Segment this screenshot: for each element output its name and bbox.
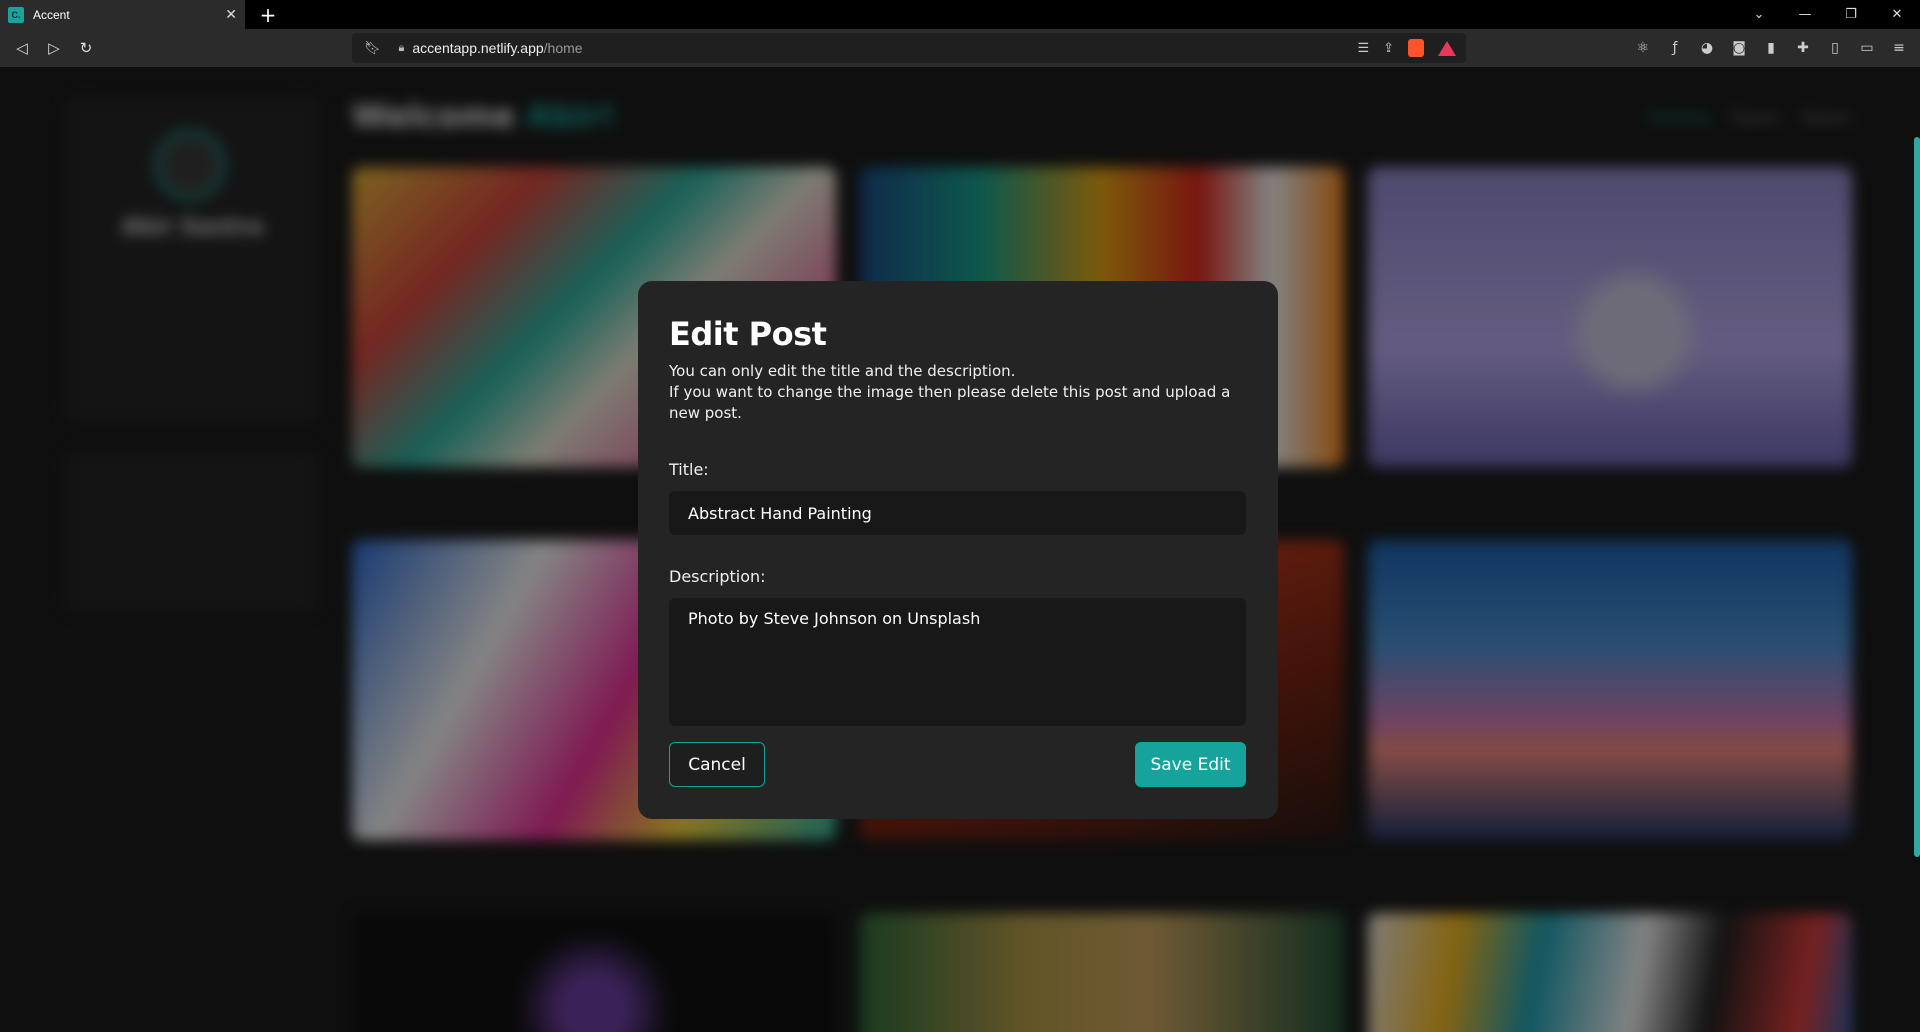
menu-icon[interactable]: ≡ [1890,40,1908,56]
browser-titlebar: C. Accent ✕ + ⌄ — ❐ ✕ [0,0,1920,29]
tab-search-chevron-icon[interactable]: ⌄ [1736,7,1782,22]
font-extension-icon[interactable]: ƒ [1666,40,1684,56]
modal-actions: Cancel Save Edit [669,742,1246,787]
edit-post-modal: Edit Post You can only edit the title an… [638,281,1278,819]
close-tab-icon[interactable]: ✕ [225,6,237,23]
browser-tab[interactable]: C. Accent ✕ [0,0,245,29]
bookmark-icon[interactable]: 🔖︎ [364,40,381,56]
modal-title: Edit Post [669,315,827,353]
close-window-icon[interactable]: ✕ [1874,7,1920,22]
modal-description: You can only edit the title and the desc… [669,361,1249,424]
share-icon[interactable]: ⇪ [1383,40,1394,56]
title-input[interactable] [669,491,1246,535]
description-textarea[interactable]: Photo by Steve Johnson on Unsplash [669,598,1246,726]
restore-icon[interactable]: ❐ [1828,7,1874,22]
puzzle-icon[interactable]: ✚ [1794,40,1812,56]
cancel-button[interactable]: Cancel [669,742,765,787]
new-tab-icon[interactable]: + [258,3,278,27]
wallet-icon[interactable]: ▭ [1858,40,1876,56]
tab-title: Accent [33,7,70,22]
accent-favicon-icon: C. [8,6,24,23]
minimize-icon[interactable]: — [1782,7,1828,22]
title-label: Title: [669,460,709,479]
color-picker-icon[interactable]: ◕ [1698,40,1716,56]
brave-rewards-icon[interactable] [1438,40,1456,56]
reload-icon[interactable]: ↻ [70,39,102,57]
screenshot-icon[interactable]: ◙ [1730,40,1748,56]
page: Abir Santra Welcome Abir! Following Popu… [0,67,1920,1032]
react-devtools-icon[interactable]: ⚛ [1634,40,1652,56]
extension-icon[interactable]: ▮ [1762,40,1780,56]
address-bar-icons: ☰ ⇪ [1357,33,1456,63]
save-edit-button[interactable]: Save Edit [1135,742,1246,787]
scrollbar[interactable] [1914,137,1920,857]
address-bar[interactable]: 🔖︎ 🔒︎ accentapp.netlify.app/home ☰ ⇪ [352,33,1466,63]
browser-toolbar: ◁ ▷ ↻ 🔖︎ 🔒︎ accentapp.netlify.app/home ☰… [0,29,1920,67]
modal-description-line1: You can only edit the title and the desc… [669,362,1016,380]
back-icon[interactable]: ◁ [6,39,38,57]
lock-icon[interactable]: 🔒︎ [399,42,405,55]
url-path: /home [543,40,583,56]
url-host: accentapp.netlify.app [412,40,544,56]
reader-mode-icon[interactable]: ☰ [1357,40,1369,56]
extension-icons: ⚛ ƒ ◕ ◙ ▮ ✚ ▯ ▭ ≡ [1634,29,1908,67]
sidebar-icon[interactable]: ▯ [1826,40,1844,56]
modal-description-line2: If you want to change the image then ple… [669,383,1231,422]
window-controls: ⌄ — ❐ ✕ [1736,0,1920,29]
forward-icon[interactable]: ▷ [38,39,70,57]
brave-shields-icon[interactable] [1408,39,1424,57]
description-label: Description: [669,567,766,586]
